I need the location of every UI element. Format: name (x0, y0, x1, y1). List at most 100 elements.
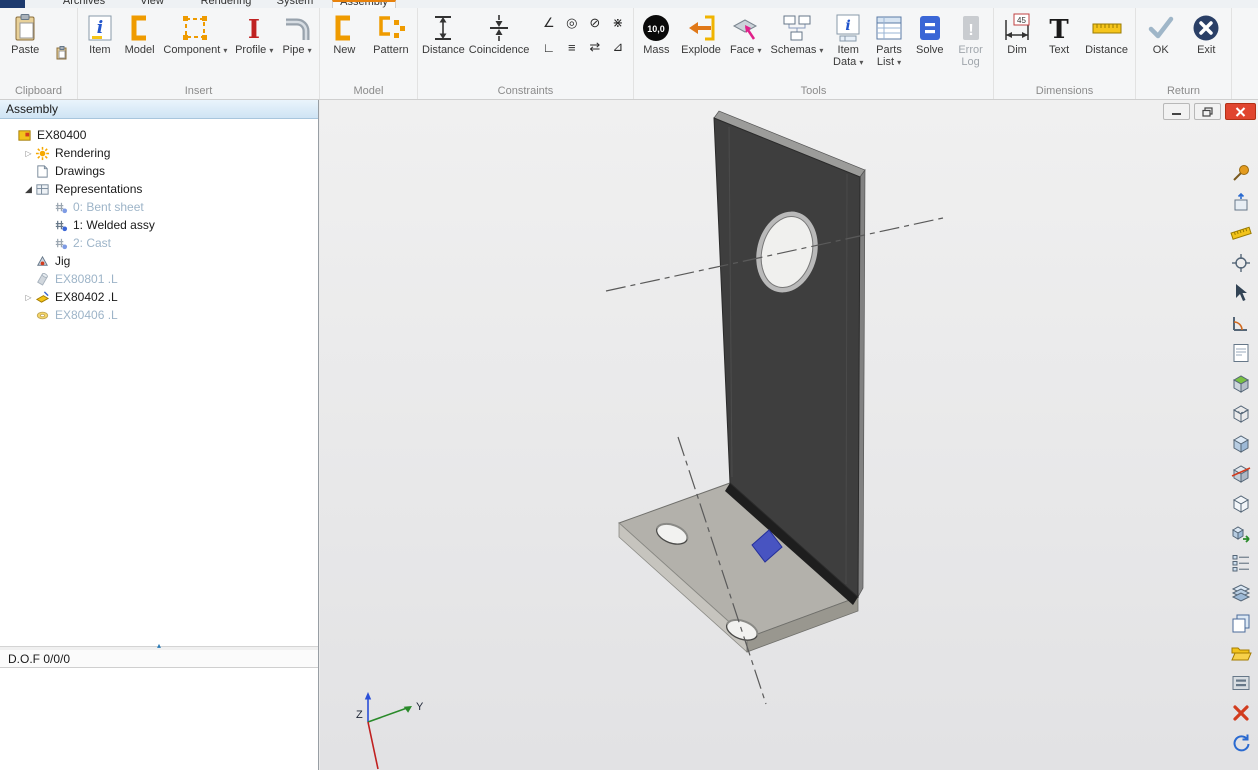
tree-item-jig[interactable]: Jig (0, 252, 318, 270)
model-icon (124, 12, 156, 44)
tree-item-ex80801-l[interactable]: EX80801 .L (0, 270, 318, 288)
plan-sheet-icon[interactable] (1230, 342, 1252, 364)
ribbon-tab-strip: Archives View Rendering System Assembly (0, 0, 1258, 8)
paste-button[interactable]: Paste (7, 9, 43, 56)
tree-item-1-welded-assy[interactable]: 1: Welded assy (0, 216, 318, 234)
ribbon-group-label-tools: Tools (636, 84, 991, 99)
part-washer-icon (35, 308, 51, 323)
delete-red-icon[interactable] (1230, 702, 1252, 724)
face-button[interactable]: Face ▾ (728, 9, 764, 57)
ruler-icon[interactable] (1230, 222, 1252, 244)
mass-button[interactable]: 10,0 Mass (638, 9, 674, 56)
tab-archives[interactable]: Archives (53, 0, 115, 8)
representation-icon (53, 236, 69, 251)
parts-list-button[interactable]: Parts List ▾ (871, 9, 907, 69)
pin-icon[interactable] (1230, 162, 1252, 184)
solve-button[interactable]: Solve (912, 9, 948, 56)
fit-view-icon[interactable] (1230, 192, 1252, 214)
ribbon-group-model: New Pattern Model (320, 8, 418, 99)
expand-expanded-icon[interactable]: ◢ (22, 184, 35, 195)
parallel-constraint-icon[interactable]: ≡ (562, 37, 581, 57)
section-cube-icon[interactable] (1230, 462, 1252, 484)
ok-button[interactable]: OK (1143, 9, 1179, 56)
profile-icon: I (238, 12, 270, 44)
profile-button[interactable]: I Profile ▾ (233, 9, 275, 57)
tree-item-label: EX80400 (37, 128, 86, 142)
viewport-toolbar (1227, 162, 1255, 754)
measure-angle-icon[interactable] (1230, 312, 1252, 334)
tab-rendering[interactable]: Rendering (194, 0, 258, 8)
expand-collapsed-icon[interactable]: ▷ (22, 293, 35, 302)
tree-item-rendering[interactable]: ▷Rendering (0, 144, 318, 162)
layers-icon[interactable] (1230, 582, 1252, 604)
item-button[interactable]: i Item (82, 9, 118, 56)
solid-cube-icon[interactable] (1230, 372, 1252, 394)
tree-item-2-cast[interactable]: 2: Cast (0, 234, 318, 252)
pattern-icon (375, 12, 407, 44)
representation-icon (53, 218, 69, 233)
tab-view[interactable]: View (133, 0, 171, 8)
ribbon-group-constraints: Distance Coincidence ∠ ◎ ⊘ ⋇ ∟ ≡ ⇄ ⊿ (418, 8, 634, 99)
model-button[interactable]: Model (122, 9, 158, 56)
symmetry-constraint-icon[interactable]: ⋇ (608, 13, 627, 33)
tab-system[interactable]: System (270, 0, 320, 8)
tree-item-ex80402-l[interactable]: ▷EX80402 .L (0, 288, 318, 306)
tree-item-label: 1: Welded assy (73, 218, 155, 232)
error-log-button[interactable]: ! Error Log (953, 9, 989, 68)
concentric-constraint-icon[interactable]: ◎ (562, 13, 581, 33)
paste-special-button[interactable] (54, 45, 70, 61)
restore-button[interactable] (1194, 103, 1221, 120)
copy-view-icon[interactable] (1230, 612, 1252, 634)
tree-item-ex80406-l[interactable]: EX80406 .L (0, 306, 318, 324)
tree-item-representations[interactable]: ◢Representations (0, 180, 318, 198)
expand-collapsed-icon[interactable]: ▷ (22, 149, 35, 158)
ruler-distance-icon (1091, 12, 1123, 44)
parts-list-small-icon[interactable] (1230, 552, 1252, 574)
refresh-icon[interactable] (1230, 732, 1252, 754)
svg-text:i: i (846, 18, 851, 34)
component-button[interactable]: Component ▾ (161, 9, 229, 57)
pipe-button[interactable]: Pipe ▾ (279, 9, 315, 57)
exit-button[interactable]: Exit (1188, 9, 1224, 56)
minimize-button[interactable] (1163, 103, 1190, 120)
3d-model-canvas[interactable]: Z Y (320, 100, 1258, 770)
perpendicular-constraint-icon[interactable]: ∟ (539, 37, 558, 57)
item-data-icon: i (832, 12, 864, 44)
tab-assembly[interactable]: Assembly (332, 0, 396, 8)
shaded-cube-icon[interactable] (1230, 432, 1252, 454)
distance-constraint-button[interactable]: Distance (420, 9, 467, 56)
pattern-button[interactable]: Pattern (371, 9, 410, 56)
snap-target-icon[interactable] (1230, 252, 1252, 274)
schemas-button[interactable]: Schemas ▾ (769, 9, 826, 57)
tree-item-0-bent-sheet[interactable]: 0: Bent sheet (0, 198, 318, 216)
chamfer-constraint-icon[interactable]: ⊿ (608, 37, 627, 57)
tree-item-ex80400[interactable]: EX80400 (0, 126, 318, 144)
tree-item-drawings[interactable]: Drawings (0, 162, 318, 180)
application-menu-button[interactable] (0, 0, 25, 8)
dim-button[interactable]: 45 Dim (999, 9, 1035, 56)
new-button[interactable]: New (326, 9, 362, 56)
dropdown-arrow-icon: ▾ (819, 46, 823, 55)
viewport[interactable]: Z Y (320, 100, 1258, 770)
axis-triad: Z Y (356, 692, 424, 769)
coincidence-icon (483, 12, 515, 44)
constraint-icon-grid: ∠ ◎ ⊘ ⋇ ∟ ≡ ⇄ ⊿ (539, 13, 627, 57)
item-data-button[interactable]: i Item Data ▾ (830, 9, 866, 69)
explode-button[interactable]: Explode (679, 9, 723, 56)
angle-constraint-icon[interactable]: ∠ (539, 13, 558, 33)
tangent-constraint-icon[interactable]: ⊘ (585, 13, 604, 33)
distance-dimension-button[interactable]: Distance (1083, 9, 1130, 56)
dropdown-arrow-icon: ▾ (308, 46, 312, 55)
equal-constraint-icon[interactable]: ⇄ (585, 37, 604, 57)
jig-icon (35, 254, 51, 269)
close-button[interactable] (1225, 103, 1256, 120)
text-button[interactable]: T Text (1041, 9, 1077, 56)
wireframe-cube-icon[interactable] (1230, 402, 1252, 424)
archive-drawer-icon[interactable] (1230, 672, 1252, 694)
select-arrow-icon[interactable] (1230, 282, 1252, 304)
open-folder-icon[interactable] (1230, 642, 1252, 664)
parts-list-icon (873, 12, 905, 44)
hidden-line-cube-icon[interactable] (1230, 492, 1252, 514)
export-cube-icon[interactable] (1230, 522, 1252, 544)
coincidence-button[interactable]: Coincidence (467, 9, 532, 56)
